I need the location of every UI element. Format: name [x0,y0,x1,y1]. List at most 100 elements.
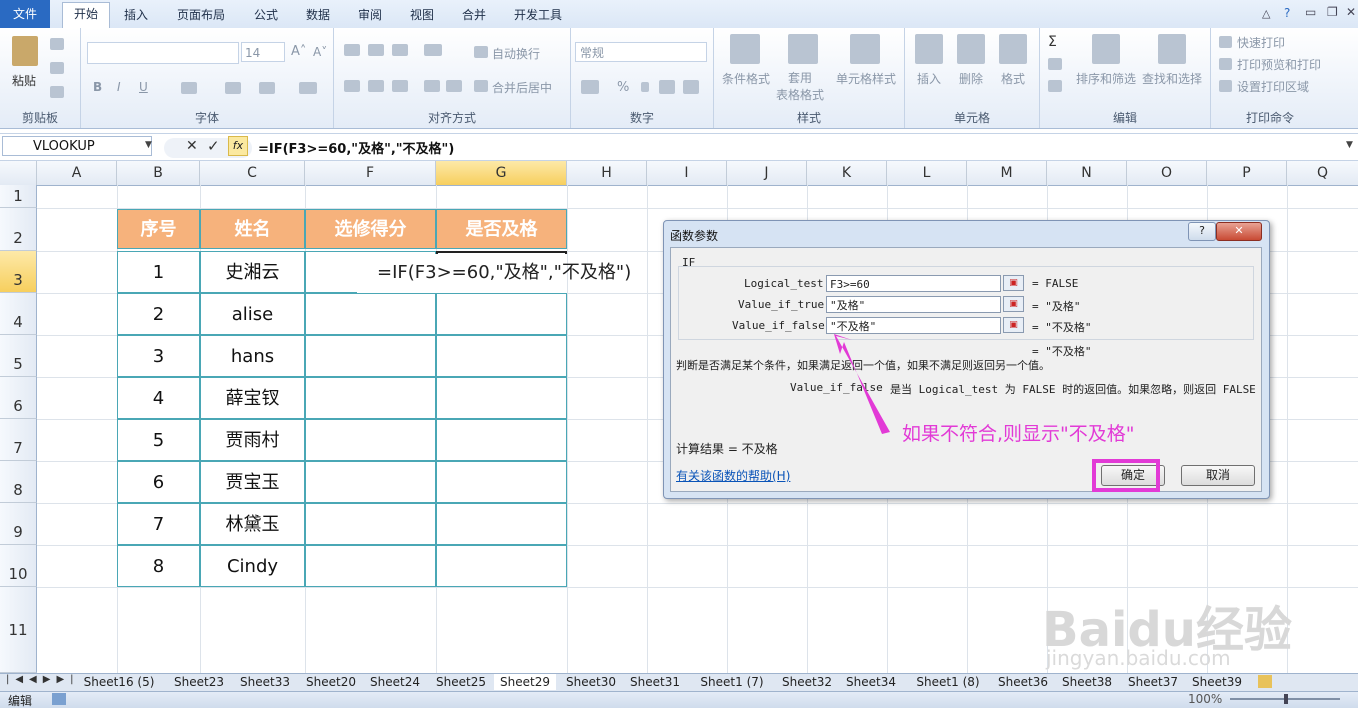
col-header-k[interactable]: K [807,161,887,185]
col-header-p[interactable]: P [1207,161,1287,185]
insert-cells-label[interactable]: 插入 [917,70,941,87]
format-cells-label[interactable]: 格式 [1001,70,1025,87]
quick-print-icon[interactable] [1219,36,1232,48]
tab-formulas[interactable]: 公式 [246,4,286,27]
paste-label[interactable]: 粘贴 [12,72,36,89]
row-header-8[interactable]: 8 [0,461,37,503]
delete-cells-icon[interactable] [957,34,985,64]
table-header-pass[interactable]: 是否及格 [436,209,567,249]
table-cell-score[interactable] [305,377,436,419]
row-header-7[interactable]: 7 [0,419,37,461]
table-cell-score[interactable] [305,293,436,335]
table-cell-name[interactable]: 林黛玉 [200,503,305,545]
table-cell-number[interactable]: 8 [117,545,200,587]
collapse-dialog-icon[interactable]: ▣ [1003,296,1024,312]
tab-page-layout[interactable]: 页面布局 [168,4,234,27]
delete-cells-label[interactable]: 删除 [959,70,983,87]
tab-view[interactable]: 视图 [402,4,442,27]
select-all-corner[interactable] [0,161,37,185]
tab-merge[interactable]: 合并 [454,4,494,27]
window-close-icon[interactable]: ✕ [1346,5,1356,19]
currency-icon[interactable] [581,80,599,94]
sheet-tab[interactable]: Sheet16 (5) [74,674,164,690]
font-size-select[interactable]: 14 [241,42,285,62]
autosum-icon[interactable]: Σ [1048,34,1057,50]
quick-print-label[interactable]: 快速打印 [1237,34,1285,51]
merge-center-label[interactable]: 合并后居中 [492,79,552,96]
increase-indent-icon[interactable] [446,80,462,92]
insert-function-button[interactable]: fx [228,136,248,156]
table-cell-name[interactable]: alise [200,293,305,335]
cancel-button[interactable]: 取消 [1181,465,1255,486]
col-header-q[interactable]: Q [1287,161,1358,185]
table-cell-pass[interactable] [436,461,567,503]
table-cell-pass[interactable] [436,335,567,377]
insert-cells-icon[interactable] [915,34,943,64]
print-preview-icon[interactable] [1219,58,1232,70]
window-restore-icon[interactable]: ❐ [1327,5,1338,19]
row-header-4[interactable]: 4 [0,293,37,335]
find-select-label[interactable]: 查找和选择 [1142,70,1202,87]
row-header-3[interactable]: 3 [0,251,37,293]
clear-icon[interactable] [1048,80,1062,92]
table-cell-score[interactable] [305,503,436,545]
row-header-10[interactable]: 10 [0,545,37,587]
sheet-tab[interactable]: Sheet32 [776,674,838,690]
table-header-score[interactable]: 选修得分 [305,209,436,249]
tab-file[interactable]: 文件 [0,0,50,28]
table-cell-number[interactable]: 4 [117,377,200,419]
align-left-icon[interactable] [344,80,360,92]
sheet-tab[interactable]: Sheet30 [560,674,622,690]
decrease-decimal-icon[interactable] [683,80,699,94]
table-cell-number[interactable]: 3 [117,335,200,377]
name-box[interactable]: VLOOKUP [2,136,152,156]
align-right-icon[interactable] [392,80,408,92]
help-icon[interactable]: ? [1284,6,1290,20]
sheet-tab[interactable]: Sheet20 [300,674,362,690]
window-minimize-icon[interactable]: ▭ [1305,5,1316,19]
table-cell-number[interactable]: 7 [117,503,200,545]
row-header-1[interactable]: 1 [0,185,37,208]
col-header-f[interactable]: F [305,161,436,185]
font-name-select[interactable] [87,42,239,64]
function-help-link[interactable]: 有关该函数的帮助(H) [676,467,790,484]
number-format-select[interactable]: 常规 [575,42,707,62]
minimize-ribbon-icon[interactable]: △ [1262,7,1270,20]
tab-data[interactable]: 数据 [298,4,338,27]
sort-filter-icon[interactable] [1092,34,1120,64]
row-header-11[interactable]: 11 [0,587,37,673]
zoom-level[interactable]: 100% [1188,692,1222,706]
row-header-6[interactable]: 6 [0,377,37,419]
table-format-label[interactable]: 套用 表格格式 [776,70,824,104]
print-preview-label[interactable]: 打印预览和打印 [1237,56,1321,73]
find-select-icon[interactable] [1158,34,1186,64]
table-cell-name[interactable]: hans [200,335,305,377]
dialog-help-button[interactable]: ? [1188,222,1216,241]
sheet-tab[interactable]: Sheet37 [1122,674,1184,690]
col-header-m[interactable]: M [967,161,1047,185]
confirm-entry-icon[interactable]: ✓ [207,137,220,155]
border-icon[interactable] [181,82,197,94]
sheet-tab[interactable]: Sheet1 (7) [690,674,774,690]
col-header-i[interactable]: I [647,161,727,185]
tab-home[interactable]: 开始 [62,2,110,29]
bold-button[interactable]: B [93,80,102,94]
phonetic-icon[interactable] [299,82,317,94]
col-header-g[interactable]: G [436,161,567,185]
sheet-tab[interactable]: Sheet31 [624,674,686,690]
align-center-icon[interactable] [368,80,384,92]
tab-developer[interactable]: 开发工具 [506,4,570,27]
arg-input-logical-test[interactable]: F3>=60 [826,275,1001,292]
table-cell-number[interactable]: 6 [117,461,200,503]
sheet-tab[interactable]: Sheet23 [168,674,230,690]
sheet-tab[interactable]: Sheet36 [992,674,1054,690]
row-header-9[interactable]: 9 [0,503,37,545]
comma-icon[interactable] [641,82,649,92]
formula-input[interactable]: =IF(F3>=60,"及格","不及格") [258,138,454,157]
col-header-c[interactable]: C [200,161,305,185]
sheet-tab[interactable]: Sheet24 [364,674,426,690]
cell-style-label[interactable]: 单元格样式 [836,70,896,87]
dialog-close-button[interactable]: ✕ [1216,222,1262,241]
sheet-tab[interactable]: Sheet33 [234,674,296,690]
name-box-dropdown-icon[interactable]: ▼ [145,140,152,150]
